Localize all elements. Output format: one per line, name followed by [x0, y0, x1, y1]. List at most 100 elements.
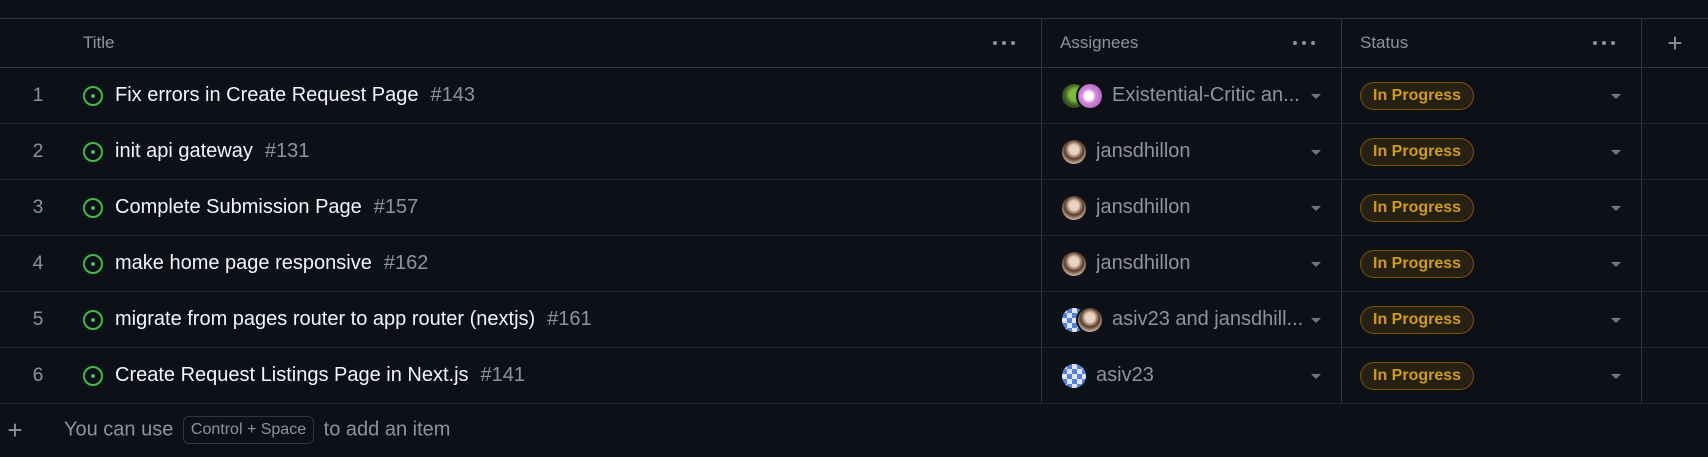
table-row[interactable]: 6 Create Request Listings Page in Next.j…	[0, 348, 1708, 404]
assignees-cell[interactable]: Existential-Critic an...	[1042, 68, 1342, 123]
table-body: 1 Fix errors in Create Request Page #143…	[0, 68, 1708, 404]
issue-title-link[interactable]: Complete Submission Page	[115, 196, 362, 219]
status-badge: In Progress	[1360, 81, 1475, 110]
table-row[interactable]: 5 migrate from pages router to app route…	[0, 292, 1708, 348]
avatar	[1060, 137, 1088, 166]
assignee-avatars	[1060, 81, 1104, 110]
open-issue-icon	[83, 253, 103, 274]
assignee-avatars	[1060, 249, 1088, 278]
caret-down-icon[interactable]	[1611, 373, 1621, 379]
title-cell[interactable]: Create Request Listings Page in Next.js …	[76, 348, 1042, 403]
issue-number: #161	[547, 308, 592, 330]
issue-title-link[interactable]: Create Request Listings Page in Next.js	[115, 364, 469, 387]
caret-down-icon[interactable]	[1311, 149, 1321, 155]
caret-down-icon[interactable]	[1311, 261, 1321, 267]
status-badge: In Progress	[1360, 137, 1475, 166]
assignee-avatars	[1060, 137, 1088, 166]
assignee-names: asiv23	[1096, 364, 1154, 386]
caret-down-icon[interactable]	[1311, 373, 1321, 379]
assignees-cell[interactable]: asiv23	[1042, 348, 1342, 403]
add-field-button[interactable]: +	[1642, 19, 1708, 67]
caret-down-icon[interactable]	[1311, 317, 1321, 323]
issue-title-link[interactable]: Fix errors in Create Request Page	[115, 84, 418, 107]
avatar	[1060, 249, 1088, 278]
plus-icon: +	[1667, 28, 1683, 58]
column-header-status[interactable]: Status	[1342, 19, 1642, 67]
assignee-names: Existential-Critic an...	[1112, 84, 1300, 106]
title-column-menu-icon[interactable]	[993, 41, 1015, 45]
keyboard-shortcut: Control + Space	[182, 416, 315, 444]
caret-down-icon[interactable]	[1611, 317, 1621, 323]
issue-number: #143	[430, 84, 475, 106]
empty-cell	[1642, 236, 1708, 291]
caret-down-icon[interactable]	[1611, 93, 1621, 99]
caret-down-icon[interactable]	[1611, 149, 1621, 155]
title-cell[interactable]: Fix errors in Create Request Page #143	[76, 68, 1042, 123]
row-number: 2	[0, 124, 76, 179]
title-cell[interactable]: Complete Submission Page #157	[76, 180, 1042, 235]
row-number-text: 5	[32, 308, 44, 330]
row-number-text: 4	[32, 252, 44, 274]
status-cell[interactable]: In Progress	[1342, 180, 1642, 235]
issue-title-link[interactable]: migrate from pages router to app router …	[115, 308, 535, 331]
open-issue-icon	[83, 141, 103, 162]
caret-down-icon[interactable]	[1611, 261, 1621, 267]
assignees-cell[interactable]: asiv23 and jansdhill...	[1042, 292, 1342, 347]
hint-prefix: You can use	[64, 418, 174, 441]
table-row[interactable]: 3 Complete Submission Page #157 jansdhil…	[0, 180, 1708, 236]
empty-cell	[1642, 292, 1708, 347]
caret-down-icon[interactable]	[1611, 205, 1621, 211]
empty-cell	[1642, 180, 1708, 235]
caret-down-icon[interactable]	[1311, 205, 1321, 211]
avatar	[1060, 193, 1088, 222]
table-row[interactable]: 2 init api gateway #131 jansdhillon In P…	[0, 124, 1708, 180]
assignee-names: jansdhillon	[1096, 140, 1191, 162]
open-issue-icon	[83, 309, 103, 330]
assignee-names: jansdhillon	[1096, 196, 1191, 218]
status-cell[interactable]: In Progress	[1342, 124, 1642, 179]
status-badge: In Progress	[1360, 305, 1475, 334]
empty-cell	[1642, 124, 1708, 179]
column-header-assignees[interactable]: Assignees	[1042, 19, 1342, 67]
row-number: 1	[0, 68, 76, 123]
status-cell[interactable]: In Progress	[1342, 292, 1642, 347]
status-cell[interactable]: In Progress	[1342, 348, 1642, 403]
title-cell[interactable]: init api gateway #131	[76, 124, 1042, 179]
row-number-header	[0, 19, 76, 67]
assignees-cell[interactable]: jansdhillon	[1042, 180, 1342, 235]
status-cell[interactable]: In Progress	[1342, 68, 1642, 123]
issue-number: #157	[373, 196, 419, 218]
empty-cell	[1642, 68, 1708, 123]
status-badge: In Progress	[1360, 249, 1475, 278]
avatar	[1076, 81, 1104, 110]
assignee-avatars	[1060, 361, 1088, 390]
avatar	[1076, 305, 1104, 334]
table-row[interactable]: 4 make home page responsive #162 jansdhi…	[0, 236, 1708, 292]
add-item-row[interactable]: + You can use Control + Space to add an …	[0, 404, 1708, 456]
assignee-avatars	[1060, 305, 1104, 334]
issue-number: #141	[480, 364, 526, 386]
assignees-cell[interactable]: jansdhillon	[1042, 236, 1342, 291]
open-issue-icon	[83, 365, 103, 386]
add-item-plus-icon[interactable]: +	[0, 417, 30, 443]
table-row[interactable]: 1 Fix errors in Create Request Page #143…	[0, 68, 1708, 124]
column-header-title[interactable]: Title	[76, 19, 1042, 67]
add-item-hint: You can use Control + Space to add an it…	[64, 416, 450, 444]
project-table: Title Assignees Status + 1 Fix errors in…	[0, 19, 1708, 456]
issue-title-link[interactable]: init api gateway	[115, 140, 253, 163]
issue-number: #162	[383, 252, 429, 274]
assignees-column-menu-icon[interactable]	[1293, 41, 1315, 45]
row-number-text: 1	[32, 84, 44, 106]
row-number: 4	[0, 236, 76, 291]
column-header-title-label: Title	[83, 33, 115, 52]
status-column-menu-icon[interactable]	[1593, 41, 1615, 45]
title-cell[interactable]: make home page responsive #162	[76, 236, 1042, 291]
status-badge: In Progress	[1360, 361, 1475, 390]
issue-title-link[interactable]: make home page responsive	[115, 252, 372, 275]
status-cell[interactable]: In Progress	[1342, 236, 1642, 291]
hint-suffix: to add an item	[323, 418, 451, 441]
assignees-cell[interactable]: jansdhillon	[1042, 124, 1342, 179]
top-bar	[0, 0, 1708, 19]
caret-down-icon[interactable]	[1311, 93, 1321, 99]
title-cell[interactable]: migrate from pages router to app router …	[76, 292, 1042, 347]
